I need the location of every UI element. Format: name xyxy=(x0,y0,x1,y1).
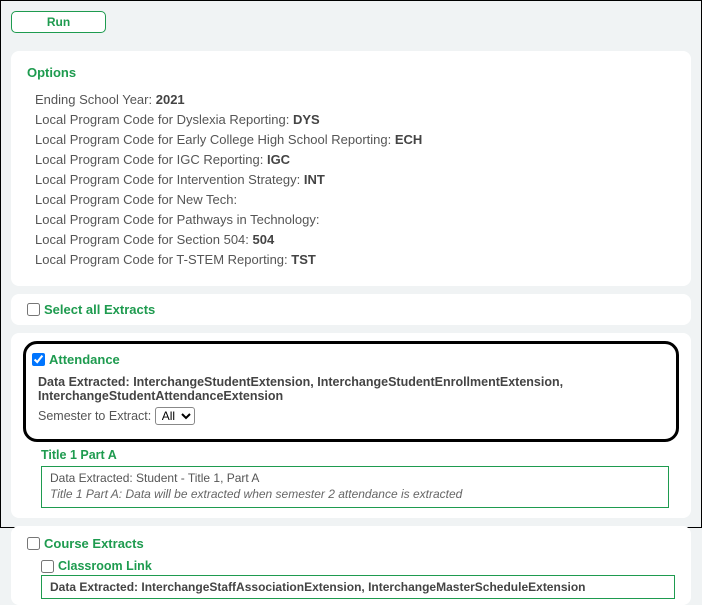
option-row: Local Program Code for IGC Reporting: IG… xyxy=(27,152,675,167)
title1-box: Data Extracted: Student - Title 1, Part … xyxy=(41,466,669,508)
attendance-label: Attendance xyxy=(49,352,120,367)
option-row: Local Program Code for Early College Hig… xyxy=(27,132,675,147)
title1-heading: Title 1 Part A xyxy=(41,448,675,462)
semester-select[interactable]: All xyxy=(155,407,195,425)
option-row: Local Program Code for Intervention Stra… xyxy=(27,172,675,187)
attendance-highlight: Attendance Data Extracted: InterchangeSt… xyxy=(23,341,679,442)
title1-note: Title 1 Part A: Data will be extracted w… xyxy=(50,487,660,501)
option-row: Local Program Code for Section 504: 504 xyxy=(27,232,675,247)
classroom-data-extracted-value: InterchangeStaffAssociationExtension, In… xyxy=(141,580,585,594)
classroom-data-extracted-label: Data Extracted: xyxy=(50,580,138,594)
option-row: Local Program Code for Pathways in Techn… xyxy=(27,212,675,227)
attendance-checkbox[interactable] xyxy=(32,353,45,366)
options-panel: Options Ending School Year: 2021 Local P… xyxy=(11,51,691,286)
classroom-link-box: Data Extracted: InterchangeStaffAssociat… xyxy=(41,575,675,599)
course-extracts-label: Course Extracts xyxy=(44,536,144,551)
run-button[interactable]: Run xyxy=(11,11,106,33)
options-heading: Options xyxy=(27,65,675,80)
data-extracted-label: Data Extracted: xyxy=(38,375,130,389)
option-row: Local Program Code for Dyslexia Reportin… xyxy=(27,112,675,127)
select-all-panel: Select all Extracts xyxy=(11,294,691,325)
attendance-panel: Attendance Data Extracted: InterchangeSt… xyxy=(11,333,691,518)
course-extracts-checkbox[interactable] xyxy=(27,537,40,550)
classroom-link-checkbox[interactable] xyxy=(41,560,54,573)
option-row: Ending School Year: 2021 xyxy=(27,92,675,107)
option-row: Local Program Code for T-STEM Reporting:… xyxy=(27,252,675,267)
classroom-link-label: Classroom Link xyxy=(58,559,152,573)
semester-label: Semester to Extract: xyxy=(38,409,151,423)
option-row: Local Program Code for New Tech: xyxy=(27,192,675,207)
course-extracts-panel: Course Extracts Classroom Link Data Extr… xyxy=(11,526,691,605)
select-all-label: Select all Extracts xyxy=(44,302,155,317)
select-all-checkbox[interactable] xyxy=(27,303,40,316)
title1-data-extracted: Data Extracted: Student - Title 1, Part … xyxy=(50,471,660,485)
